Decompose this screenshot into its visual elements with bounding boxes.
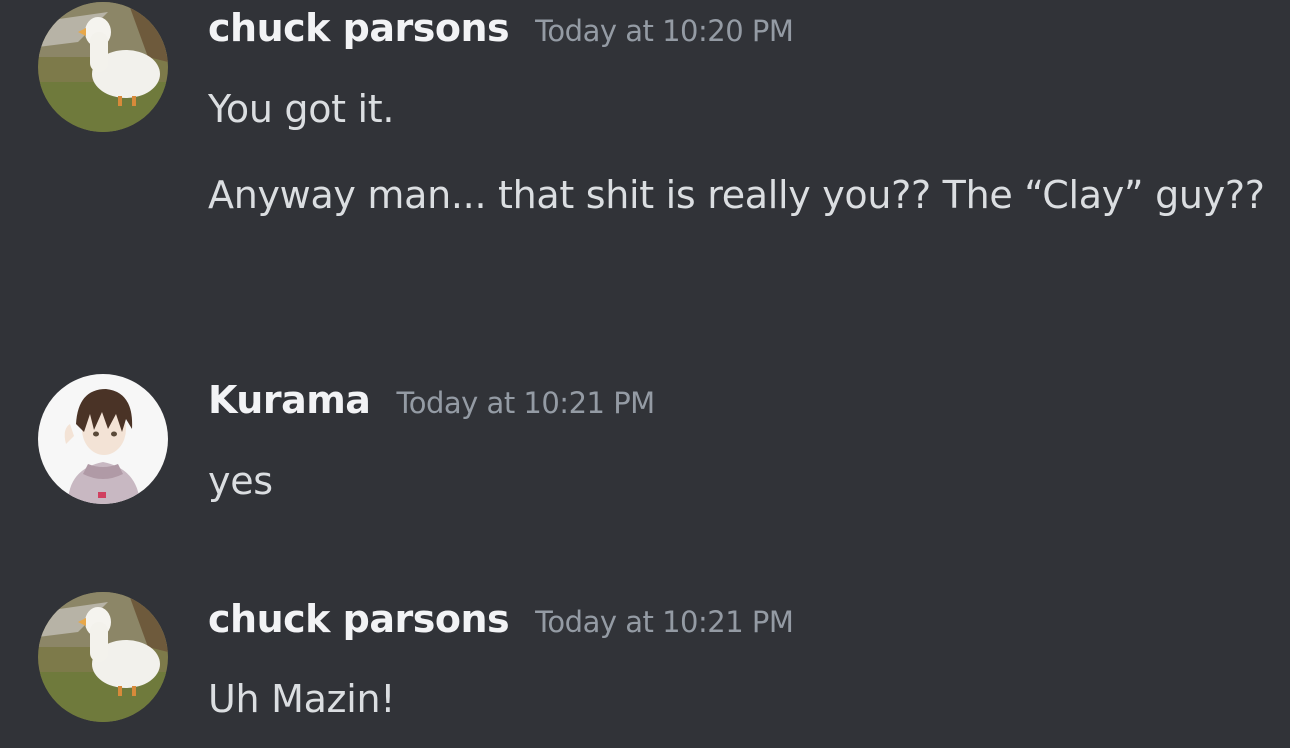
duck-avatar-icon — [38, 592, 168, 722]
message-text: You got it. — [208, 87, 395, 131]
timestamp[interactable]: Today at 10:20 PM — [535, 14, 794, 48]
message-text: Anyway man... that shit is really you?? … — [208, 173, 1265, 217]
timestamp[interactable]: Today at 10:21 PM — [535, 605, 794, 639]
message-text: yes — [208, 459, 273, 503]
message-header: chuck parsons Today at 10:21 PM — [208, 597, 794, 641]
duck-avatar-icon — [38, 2, 168, 132]
username[interactable]: chuck parsons — [208, 597, 510, 641]
message-header: chuck parsons Today at 10:20 PM — [208, 6, 794, 50]
timestamp[interactable]: Today at 10:21 PM — [396, 386, 655, 420]
user-avatar[interactable] — [38, 374, 168, 504]
user-avatar[interactable] — [38, 2, 168, 132]
user-avatar[interactable] — [38, 592, 168, 722]
message-header: Kurama Today at 10:21 PM — [208, 378, 655, 422]
message-text: Uh Mazin! — [208, 677, 396, 721]
username[interactable]: chuck parsons — [208, 6, 510, 50]
anime-boy-avatar-icon — [38, 374, 168, 504]
username[interactable]: Kurama — [208, 378, 371, 422]
